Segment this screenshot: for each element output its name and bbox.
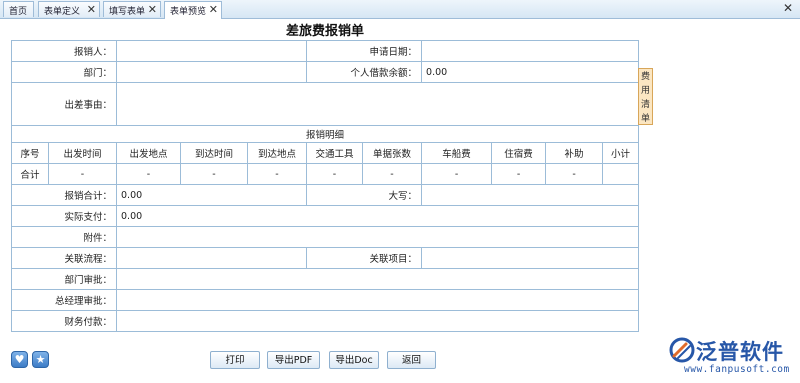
tab-fill-form[interactable]: 填写表单 ✕ (103, 1, 161, 17)
side-tag-char: 清 (640, 100, 650, 110)
side-tag-char: 费 (640, 72, 650, 82)
attachment-label: 附件： (10, 226, 118, 248)
heart-icon[interactable]: ♥ (11, 351, 28, 368)
column-header: 补助 (545, 142, 604, 164)
tab-form-definition[interactable]: 表单定义 ✕ (38, 1, 100, 17)
expense-form: 报销人： 申请日期： 部门： 个人借款余额： 0.00 出差事由： 报销明细 序… (10, 40, 640, 332)
print-button[interactable]: 打印 (210, 351, 260, 369)
tab-label: 表单定义 (44, 7, 81, 17)
star-icon[interactable]: ★ (32, 351, 49, 368)
table-cell: - (116, 163, 182, 185)
brand-logo: 泛普软件 www.fanpusoft.com (668, 336, 798, 382)
attachment-field[interactable] (116, 226, 640, 248)
dept-field[interactable] (116, 61, 308, 83)
detail-total-row: 合计 - - - - - - - - - (11, 163, 640, 185)
logo-name: 泛普软件 (696, 340, 784, 364)
related-flow-label: 关联流程： (10, 247, 118, 269)
column-header: 车船费 (421, 142, 493, 164)
close-icon[interactable]: ✕ (87, 3, 96, 16)
table-cell: - (247, 163, 308, 185)
apply-date-label: 申请日期： (306, 40, 423, 62)
reason-field[interactable] (116, 82, 640, 126)
table-cell: - (545, 163, 604, 185)
finance-payment-label: 财务付款： (10, 310, 118, 332)
side-tag-char: 用 (640, 86, 650, 96)
logo-url: www.fanpusoft.com (684, 364, 790, 375)
logo-mark-icon (669, 337, 695, 363)
actual-pay-label: 实际支付： (10, 205, 118, 227)
tab-form-preview[interactable]: 表单预览 ✕ (164, 1, 222, 19)
apply-date-field[interactable] (421, 40, 640, 62)
upper-amount-field (421, 184, 640, 206)
tab-label: 首页 (9, 7, 28, 17)
table-cell: - (362, 163, 423, 185)
actual-pay-value: 0.00 (116, 205, 640, 227)
gm-approval-field[interactable] (116, 289, 640, 311)
dept-approval-field[interactable] (116, 268, 640, 290)
upper-amount-label: 大写： (306, 184, 423, 206)
related-project-field[interactable] (421, 247, 640, 269)
export-doc-button[interactable]: 导出Doc (329, 351, 379, 369)
reimburser-label: 报销人： (10, 40, 118, 62)
sum-label: 报销合计： (10, 184, 118, 206)
column-header: 出发时间 (47, 142, 118, 164)
related-project-label: 关联项目： (306, 247, 423, 269)
table-cell (602, 163, 640, 185)
column-header: 序号 (11, 142, 49, 164)
column-header: 住宿费 (491, 142, 547, 164)
table-cell: - (491, 163, 547, 185)
gm-approval-label: 总经理审批： (10, 289, 118, 311)
loan-balance-label: 个人借款余额： (306, 61, 423, 83)
window-close-icon[interactable]: ✕ (783, 1, 793, 15)
table-cell: - (47, 163, 118, 185)
form-title: 差旅费报销单 (285, 24, 364, 39)
close-icon[interactable]: ✕ (148, 3, 157, 16)
export-pdf-button[interactable]: 导出PDF (267, 351, 320, 369)
tab-label: 填写表单 (109, 7, 146, 17)
side-tag-char: 单 (640, 114, 650, 124)
related-flow-field[interactable] (116, 247, 308, 269)
column-header: 出发地点 (116, 142, 182, 164)
sum-value: 0.00 (116, 184, 308, 206)
reimburser-field[interactable] (116, 40, 308, 62)
tab-home[interactable]: 首页 (3, 1, 34, 17)
reason-label: 出差事由： (10, 82, 118, 126)
dept-label: 部门： (10, 61, 118, 83)
back-button[interactable]: 返回 (387, 351, 436, 369)
detail-section-title: 报销明细 (10, 125, 640, 143)
column-header: 单据张数 (362, 142, 423, 164)
column-header: 到达时间 (180, 142, 249, 164)
tab-bar: 首页 表单定义 ✕ 填写表单 ✕ 表单预览 ✕ ✕ (0, 0, 800, 19)
table-cell: - (306, 163, 364, 185)
finance-payment-field[interactable] (116, 310, 640, 332)
column-header: 交通工具 (306, 142, 364, 164)
expense-list-tab[interactable]: 费 用 清 单 (638, 68, 653, 125)
detail-header-row: 序号 出发时间 出发地点 到达时间 到达地点 交通工具 单据张数 车船费 住宿费… (11, 142, 640, 164)
table-cell: - (421, 163, 493, 185)
loan-balance-value: 0.00 (421, 61, 640, 83)
dept-approval-label: 部门审批： (10, 268, 118, 290)
tab-label: 表单预览 (170, 7, 207, 17)
column-header: 到达地点 (247, 142, 308, 164)
close-icon[interactable]: ✕ (209, 3, 218, 16)
table-cell: 合计 (11, 163, 49, 185)
column-header: 小计 (602, 142, 640, 164)
table-cell: - (180, 163, 249, 185)
